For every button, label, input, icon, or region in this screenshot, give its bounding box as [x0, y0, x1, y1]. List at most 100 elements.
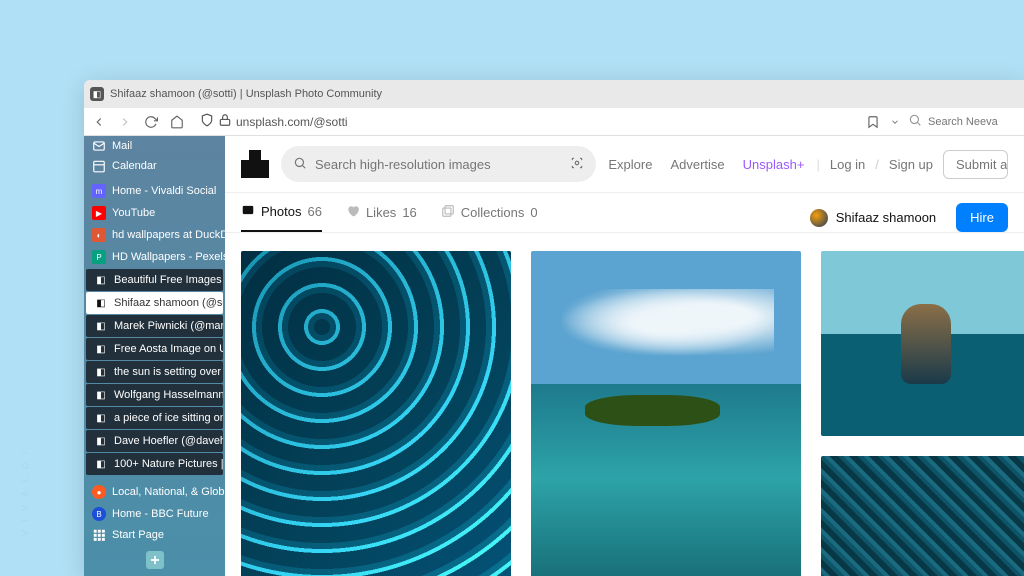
nav-unsplash-plus[interactable]: Unsplash+	[743, 157, 805, 172]
sidebar-pinned-item[interactable]: ● Local, National, & Global Daily	[84, 481, 225, 503]
nav-explore[interactable]: Explore	[608, 157, 652, 172]
tab-collections-label: Collections	[461, 205, 525, 220]
reload-button[interactable]	[142, 113, 160, 131]
tab-photos[interactable]: Photos 66	[241, 203, 322, 232]
submit-photo-button[interactable]: Submit a photo	[943, 150, 1008, 179]
site-search[interactable]	[281, 146, 596, 182]
photo-thumbnail[interactable]	[821, 456, 1024, 576]
back-button[interactable]	[90, 113, 108, 131]
sidebar-item-label: 100+ Nature Pictures | Downlo	[114, 458, 223, 470]
sidebar-pinned-item[interactable]: ▶ YouTube	[84, 202, 225, 224]
site-nav: Explore Advertise Unsplash+	[608, 157, 804, 172]
sidebar-pinned-item[interactable]: m Home - Vivaldi Social	[84, 180, 225, 202]
profile-tabs-row: Photos 66 Likes 16 Collections 0	[225, 193, 1024, 233]
sidebar-item-label: a piece of ice sitting on top of	[114, 412, 223, 424]
favicon-icon: B	[92, 507, 106, 521]
url-field[interactable]: unsplash.com/@sotti	[194, 111, 354, 132]
shield-icon	[200, 113, 214, 130]
login-link[interactable]: Log in	[830, 157, 865, 172]
site-search-input[interactable]	[315, 157, 562, 172]
sidebar-item-label: Beautiful Free Images & Pictur	[114, 274, 223, 286]
bookmark-icon[interactable]	[864, 113, 882, 131]
tab-likes-label: Likes	[366, 205, 396, 220]
avatar	[810, 209, 828, 227]
auth-group: | Log in / Sign up Submit a photo	[816, 150, 1008, 179]
forward-button[interactable]	[116, 113, 134, 131]
sidebar-item-label: YouTube	[112, 207, 155, 219]
home-button[interactable]	[168, 113, 186, 131]
browser-search[interactable]	[908, 113, 1018, 130]
panel-mail[interactable]: Mail	[84, 136, 225, 156]
photos-icon	[241, 203, 255, 220]
search-icon	[908, 113, 922, 130]
side-panel: Mail Calendar m Home - Vivaldi Social ▶ You…	[84, 136, 225, 576]
panel-calendar[interactable]: Calendar	[84, 156, 225, 176]
sidebar-tab[interactable]: ◧Wolfgang Hasselmann (@wolfg	[86, 384, 223, 406]
tab-strip: ◧ Shifaaz shamoon (@sotti) | Unsplash Ph…	[84, 80, 1024, 108]
sidebar-item-label: the sun is setting over a mount	[114, 366, 223, 378]
favicon-icon: ◐	[92, 228, 106, 242]
favicon-icon: ◧	[94, 365, 108, 379]
browser-window: ◧ Shifaaz shamoon (@sotti) | Unsplash Ph…	[84, 80, 1024, 576]
heart-icon	[346, 204, 360, 221]
sidebar-tab[interactable]: ◧ a piece of ice sitting on top of	[86, 407, 223, 429]
favicon-icon: ●	[92, 485, 106, 499]
sidebar-item-label: Shifaaz shamoon (@sotti) | Uns	[114, 297, 223, 309]
sidebar-item-label: Home - BBC Future	[112, 508, 209, 520]
photo-thumbnail[interactable]	[821, 251, 1024, 436]
photo-thumbnail[interactable]	[241, 251, 511, 576]
sidebar-pinned-item[interactable]: PHD Wallpapers - Pexels	[84, 246, 225, 268]
sidebar-pinned-item[interactable]: ◐ hd wallpapers at DuckDuckGo	[84, 224, 225, 246]
sidebar-item-label: Home - Vivaldi Social	[112, 185, 216, 197]
profile-name: Shifaaz shamoon	[836, 210, 936, 225]
vivaldi-watermark: V I V A L D I	[20, 449, 30, 536]
sidebar-tab[interactable]: ◧ the sun is setting over a mount	[86, 361, 223, 383]
favicon-icon: ◧	[94, 296, 108, 310]
tab-title[interactable]: Shifaaz shamoon (@sotti) | Unsplash Phot…	[110, 88, 382, 100]
favicon-icon: ▶	[92, 206, 106, 220]
sidebar-item-label: Local, National, & Global Daily	[112, 486, 225, 498]
mail-icon	[92, 139, 106, 153]
photo-grid	[225, 233, 1024, 576]
signup-link[interactable]: Sign up	[889, 157, 933, 172]
tab-photos-count: 66	[307, 204, 321, 219]
panel-start-label: Start Page	[112, 529, 164, 541]
browser-search-input[interactable]	[928, 116, 1018, 128]
lock-icon	[218, 113, 232, 130]
photo-thumbnail[interactable]	[531, 251, 801, 576]
sidebar-item-label: Marek Piwnicki (@marekpiwni	[114, 320, 223, 332]
tab-collections-count: 0	[530, 205, 537, 220]
collections-icon	[441, 204, 455, 221]
url-text: unsplash.com/@sotti	[236, 115, 348, 129]
nav-advertise[interactable]: Advertise	[670, 157, 724, 172]
favicon-icon: ◧	[94, 342, 108, 356]
profile-name-chip[interactable]: Shifaaz shamoon	[810, 209, 936, 227]
sidebar-tab[interactable]: ◧Dave Hoefler (@davehoefler) |	[86, 430, 223, 452]
tab-likes[interactable]: Likes 16	[346, 203, 417, 232]
panel-calendar-label: Calendar	[112, 160, 157, 172]
sidebar-tab[interactable]: ◧ Free Aosta Image on Unsplash	[86, 338, 223, 360]
add-panel-button[interactable]	[146, 551, 164, 569]
sidebar-tab[interactable]: ◧Marek Piwnicki (@marekpiwni	[86, 315, 223, 337]
sidebar-item-label: Free Aosta Image on Unsplash	[114, 343, 223, 355]
unsplash-logo[interactable]	[241, 150, 269, 178]
sidebar-pinned-item[interactable]: B Home - BBC Future	[84, 503, 225, 525]
calendar-icon	[92, 159, 106, 173]
tab-collections[interactable]: Collections 0	[441, 203, 538, 232]
chevron-down-icon[interactable]	[890, 113, 900, 131]
favicon-icon: ◧	[94, 411, 108, 425]
profile-tabs: Photos 66 Likes 16 Collections 0	[241, 203, 538, 232]
sidebar-tab[interactable]: ◧ Shifaaz shamoon (@sotti) | Uns	[86, 292, 223, 314]
sidebar-item-label: hd wallpapers at DuckDuckGo	[112, 229, 225, 241]
tab-favicon: ◧	[90, 87, 104, 101]
panel-add-row	[84, 545, 225, 576]
grid-icon	[92, 528, 106, 542]
panel-start-page[interactable]: Start Page	[84, 525, 225, 545]
panel-mail-label: Mail	[112, 140, 132, 152]
sidebar-tab[interactable]: ◧100+ Nature Pictures | Downlo	[86, 453, 223, 475]
visual-search-icon[interactable]	[570, 156, 584, 173]
sidebar-tab[interactable]: ◧Beautiful Free Images & Pictur	[86, 269, 223, 291]
favicon-icon: m	[92, 184, 106, 198]
tab-likes-count: 16	[402, 205, 416, 220]
hire-button[interactable]: Hire	[956, 203, 1008, 232]
